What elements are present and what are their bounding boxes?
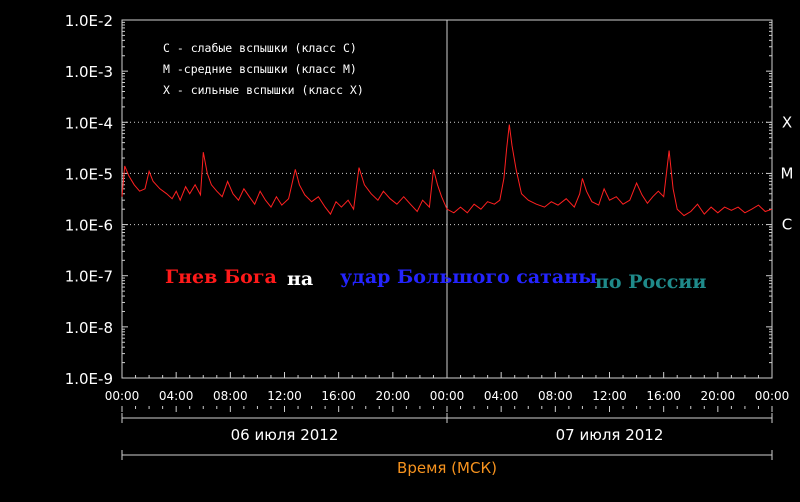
background bbox=[0, 0, 800, 502]
overlay-text-4: по России bbox=[595, 271, 707, 293]
y-tick-label: 1.0E-9 bbox=[65, 370, 113, 388]
class-label-m: M bbox=[781, 164, 794, 182]
legend-entry: X - сильные вспышки (класс X) bbox=[163, 83, 364, 97]
y-tick-label: 1.0E-7 bbox=[65, 268, 113, 286]
x-tick-label: 20:00 bbox=[376, 389, 411, 403]
x-tick-label: 12:00 bbox=[592, 389, 627, 403]
legend-entry: M -средние вспышки (класс M) bbox=[163, 62, 357, 76]
class-label-x: X bbox=[782, 113, 792, 131]
legend-entry: C - слабые вспышки (класс C) bbox=[163, 41, 357, 55]
x-tick-label: 04:00 bbox=[159, 389, 194, 403]
x-tick-label: 16:00 bbox=[646, 389, 681, 403]
overlay-text-3: удар Большого сатаны bbox=[340, 266, 598, 288]
x-tick-label: 08:00 bbox=[538, 389, 573, 403]
overlay-text-2: на bbox=[287, 268, 314, 290]
y-tick-label: 1.0E-3 bbox=[65, 63, 113, 81]
date-label: 07 июля 2012 bbox=[556, 426, 664, 444]
x-tick-label: 12:00 bbox=[267, 389, 302, 403]
class-label-c: C bbox=[782, 216, 792, 234]
y-tick-label: 1.0E-8 bbox=[65, 319, 113, 337]
x-tick-label: 00:00 bbox=[430, 389, 465, 403]
date-label: 06 июля 2012 bbox=[231, 426, 339, 444]
solar-flux-chart: 1.0E-2 1.0E-3 1.0E-4 1.0E-5 1.0E-6 1.0E-7 1.0E… bbox=[0, 0, 800, 502]
x-tick-label: 08:00 bbox=[213, 389, 248, 403]
overlay-text-1: Гнев Бога bbox=[165, 266, 277, 288]
x-tick-label: 00:00 bbox=[755, 389, 790, 403]
x-axis-label: Время (МСК) bbox=[397, 459, 497, 477]
x-tick-label: 16:00 bbox=[321, 389, 356, 403]
legend: C - слабые вспышки (класс C) M -средние в… bbox=[163, 41, 364, 97]
x-tick-label: 00:00 bbox=[105, 389, 140, 403]
y-tick-label: 1.0E-5 bbox=[65, 165, 113, 183]
y-tick-label: 1.0E-2 bbox=[65, 12, 113, 30]
x-tick-label: 04:00 bbox=[484, 389, 519, 403]
y-tick-label: 1.0E-4 bbox=[65, 114, 113, 132]
y-tick-label: 1.0E-6 bbox=[65, 217, 113, 235]
x-tick-label: 20:00 bbox=[701, 389, 736, 403]
